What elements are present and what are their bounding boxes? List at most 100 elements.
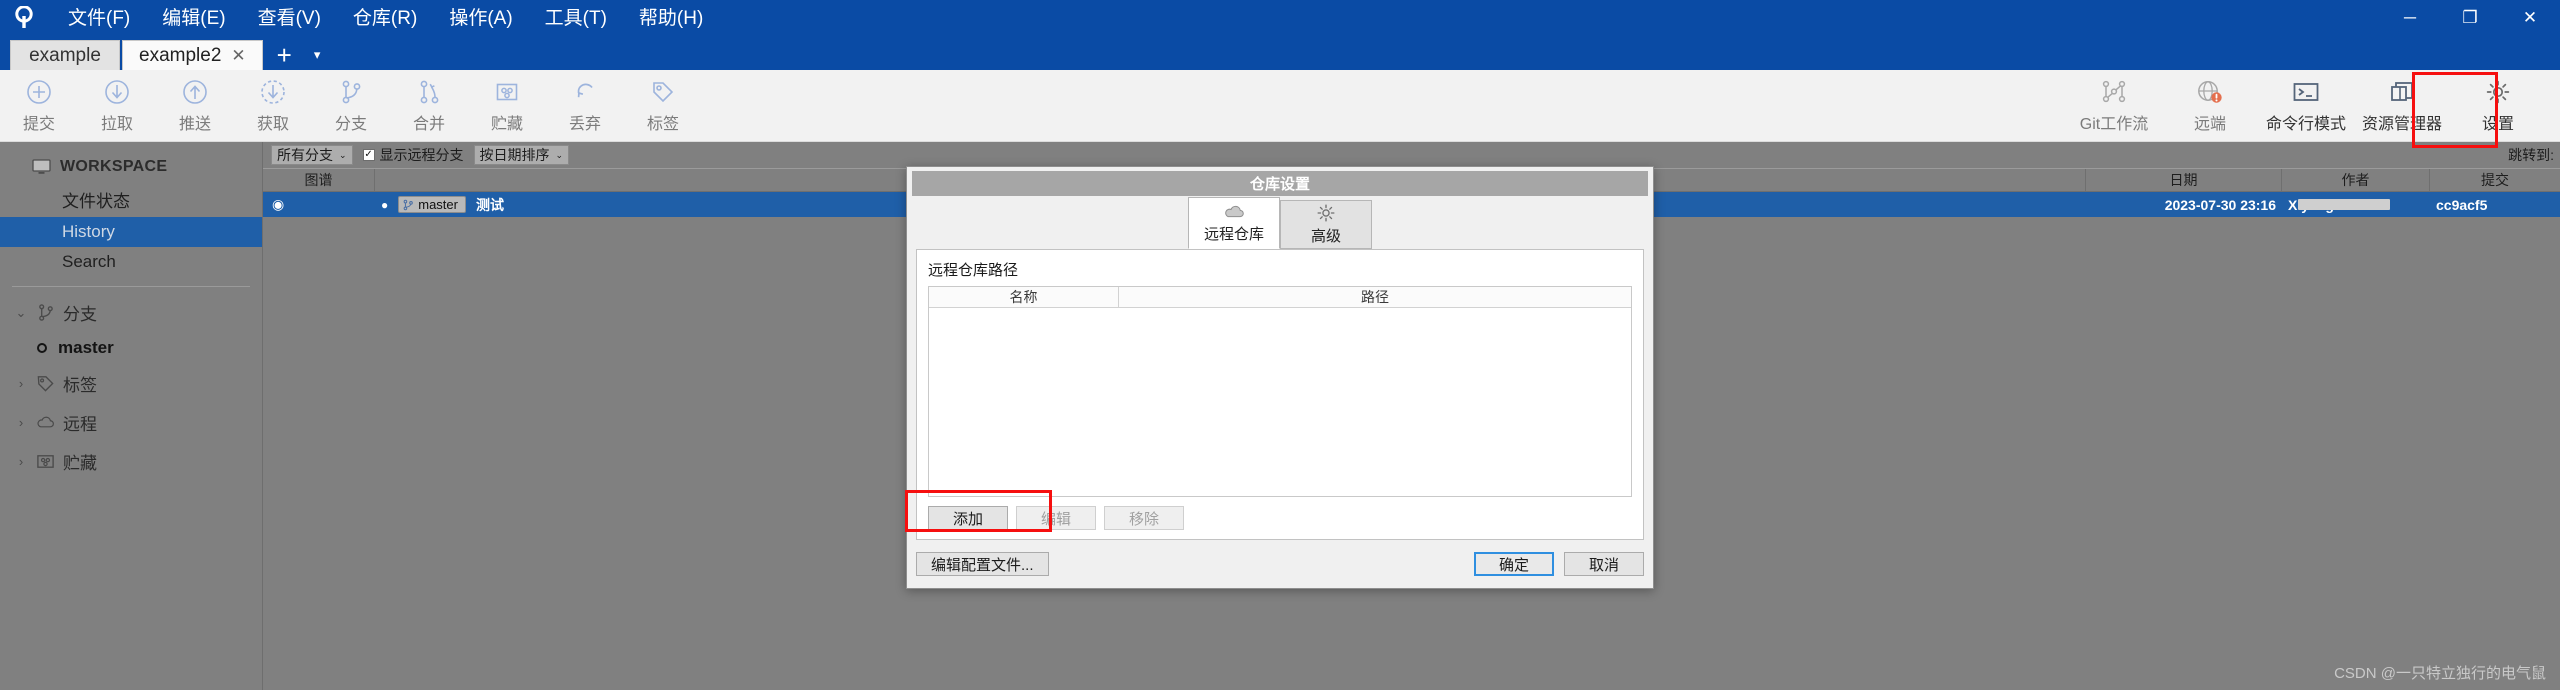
commit-author: X yang <1 — [2282, 192, 2430, 217]
explorer-icon — [2387, 77, 2417, 107]
branch-dot-icon — [36, 342, 48, 354]
toolbar-terminal-button[interactable]: 命令行模式 — [2258, 73, 2354, 139]
sidebar-node-tags[interactable]: › 标签 — [0, 364, 262, 403]
sidebar-node-stashes[interactable]: › 贮藏 — [0, 442, 262, 481]
sidebar-workspace-header: WORKSPACE — [0, 152, 262, 182]
column-header-commit[interactable]: 提交 — [2430, 169, 2560, 191]
toolbar-button-label: 贮藏 — [490, 116, 523, 133]
column-header-graph[interactable]: 图谱 — [263, 169, 375, 191]
toolbar-button-label: 资源管理器 — [2361, 116, 2442, 133]
close-button[interactable]: ✕ — [2500, 0, 2560, 36]
sort-order-select[interactable]: 按日期排序 ⌄ — [473, 145, 570, 165]
remote-paths-group: 远程仓库路径 名称 路径 添加 编辑 移除 — [916, 249, 1644, 540]
chevron-down-icon: ⌄ — [339, 149, 347, 160]
chevron-down-icon[interactable]: ▾ — [304, 40, 331, 70]
show-remote-branches-checkbox[interactable]: ✓ 显示远程分支 — [362, 145, 464, 165]
menu-actions[interactable]: 操作(A) — [435, 5, 526, 32]
toolbar-button-label: 拉取 — [100, 116, 133, 133]
tab-remote-repository[interactable]: 远程仓库 — [1188, 197, 1280, 249]
sidebar-node-branches[interactable]: ⌄ 分支 — [0, 293, 262, 332]
toolbar-push-button[interactable]: 推送 — [156, 73, 234, 139]
toolbar-explorer-button[interactable]: 资源管理器 — [2354, 73, 2450, 139]
column-header-name[interactable]: 名称 — [929, 287, 1119, 307]
column-header-author[interactable]: 作者 — [2282, 169, 2430, 191]
menu-tools[interactable]: 工具(T) — [531, 5, 621, 32]
tab-example[interactable]: example — [10, 40, 120, 70]
maximize-button[interactable]: ❐ — [2440, 0, 2500, 36]
edit-config-file-button[interactable]: 编辑配置文件... — [916, 552, 1049, 576]
toolbar-commit-button[interactable]: 提交 — [0, 73, 78, 139]
toolbar-button-label: 分支 — [334, 116, 367, 133]
title-menu-bar: 文件(F) 编辑(E) 查看(V) 仓库(R) 操作(A) 工具(T) 帮助(H… — [0, 0, 2560, 36]
group-label: 远程仓库路径 — [928, 262, 1019, 279]
remote-globe-icon — [2196, 77, 2224, 107]
toolbar-discard-button[interactable]: 丢弃 — [546, 73, 624, 139]
toolbar-pull-button[interactable]: 拉取 — [78, 73, 156, 139]
discard-icon — [572, 77, 598, 107]
sidebar-item-file-status[interactable]: 文件状态 — [0, 182, 262, 217]
sidebar-divider — [12, 286, 250, 287]
toolbar-settings-button[interactable]: 设置 — [2450, 73, 2546, 139]
menu-help[interactable]: 帮助(H) — [625, 5, 717, 32]
cancel-button[interactable]: 取消 — [1564, 552, 1644, 576]
chevron-right-icon[interactable]: › — [14, 415, 28, 430]
menu-file[interactable]: 文件(F) — [54, 5, 144, 32]
branch-icon — [36, 303, 55, 322]
app-logo-icon — [6, 0, 42, 36]
repository-tab-bar: example example2 ✕ + ▾ — [0, 36, 2560, 70]
ok-button[interactable]: 确定 — [1474, 552, 1554, 576]
branch-chip[interactable]: master — [398, 196, 466, 213]
dialog-footer: 编辑配置文件... 确定 取消 — [907, 540, 1653, 588]
add-tab-button[interactable]: + — [265, 40, 304, 70]
menu-view[interactable]: 查看(V) — [244, 5, 335, 32]
sidebar-node-label: 分支 — [63, 305, 97, 324]
toolbar-tag-button[interactable]: 标签 — [624, 73, 702, 139]
remotes-table[interactable]: 名称 路径 — [928, 286, 1632, 497]
tab-label: example — [29, 44, 101, 66]
sidebar-node-label: 远程 — [63, 415, 97, 434]
toolbar-stash-button[interactable]: 贮藏 — [468, 73, 546, 139]
chevron-down-icon[interactable]: ⌄ — [14, 305, 28, 321]
toolbar-git-flow-button[interactable]: Git工作流 — [2066, 73, 2162, 139]
close-icon[interactable]: ✕ — [231, 46, 245, 66]
graph-dot-icon: ● — [381, 197, 389, 212]
minimize-button[interactable]: ─ — [2380, 0, 2440, 36]
toolbar-merge-button[interactable]: 合并 — [390, 73, 468, 139]
chevron-right-icon[interactable]: › — [14, 454, 28, 469]
sidebar-node-label: 标签 — [63, 376, 97, 395]
gear-icon — [2484, 77, 2512, 107]
menu-repository[interactable]: 仓库(R) — [339, 5, 431, 32]
sidebar-branch-master[interactable]: master — [0, 332, 262, 364]
commit-icon — [26, 77, 52, 107]
column-header-path[interactable]: 路径 — [1119, 287, 1631, 307]
remotes-table-header: 名称 路径 — [929, 287, 1631, 308]
branch-filter-select[interactable]: 所有分支 ⌄ — [271, 145, 353, 165]
sidebar-item-search[interactable]: Search — [0, 247, 262, 277]
sidebar-node-remotes[interactable]: › 远程 — [0, 403, 262, 442]
tab-example2[interactable]: example2 ✕ — [122, 40, 263, 70]
toolbar-remote-button[interactable]: 远端 — [2162, 73, 2258, 139]
main-toolbar: 提交 拉取 推送 获取 分支 合并 贮藏 丢弃 标签 Git工作流 远端 命令行… — [0, 70, 2560, 142]
toolbar-button-label: 合并 — [412, 116, 445, 133]
tab-label: example2 — [139, 44, 222, 66]
sidebar-branch-label: master — [58, 338, 114, 357]
menu-edit[interactable]: 编辑(E) — [148, 5, 239, 32]
toolbar-branch-button[interactable]: 分支 — [312, 73, 390, 139]
sidebar-node-label: 贮藏 — [63, 454, 97, 473]
repository-settings-dialog: 仓库设置 远程仓库 高级 远程仓库路径 名称 路径 添加 编辑 移除 编辑配置文… — [906, 166, 1654, 589]
toolbar-fetch-button[interactable]: 获取 — [234, 73, 312, 139]
toolbar-button-label: 设置 — [2481, 116, 2514, 133]
toolbar-button-label: 命令行模式 — [2265, 116, 2346, 133]
branch-icon — [402, 199, 414, 211]
terminal-icon — [2291, 77, 2321, 107]
chevron-right-icon[interactable]: › — [14, 376, 28, 391]
add-remote-button[interactable]: 添加 — [928, 506, 1008, 530]
sidebar-item-history[interactable]: History — [0, 217, 262, 247]
column-header-date[interactable]: 日期 — [2086, 169, 2282, 191]
checkbox-label: 显示远程分支 — [379, 147, 464, 163]
window-controls: ─ ❐ ✕ — [2380, 0, 2560, 36]
remotes-table-body[interactable] — [929, 308, 1631, 496]
dialog-tab-bar: 远程仓库 高级 — [907, 196, 1653, 249]
tab-advanced[interactable]: 高级 — [1280, 200, 1372, 249]
toolbar-button-label: Git工作流 — [2079, 116, 2149, 133]
